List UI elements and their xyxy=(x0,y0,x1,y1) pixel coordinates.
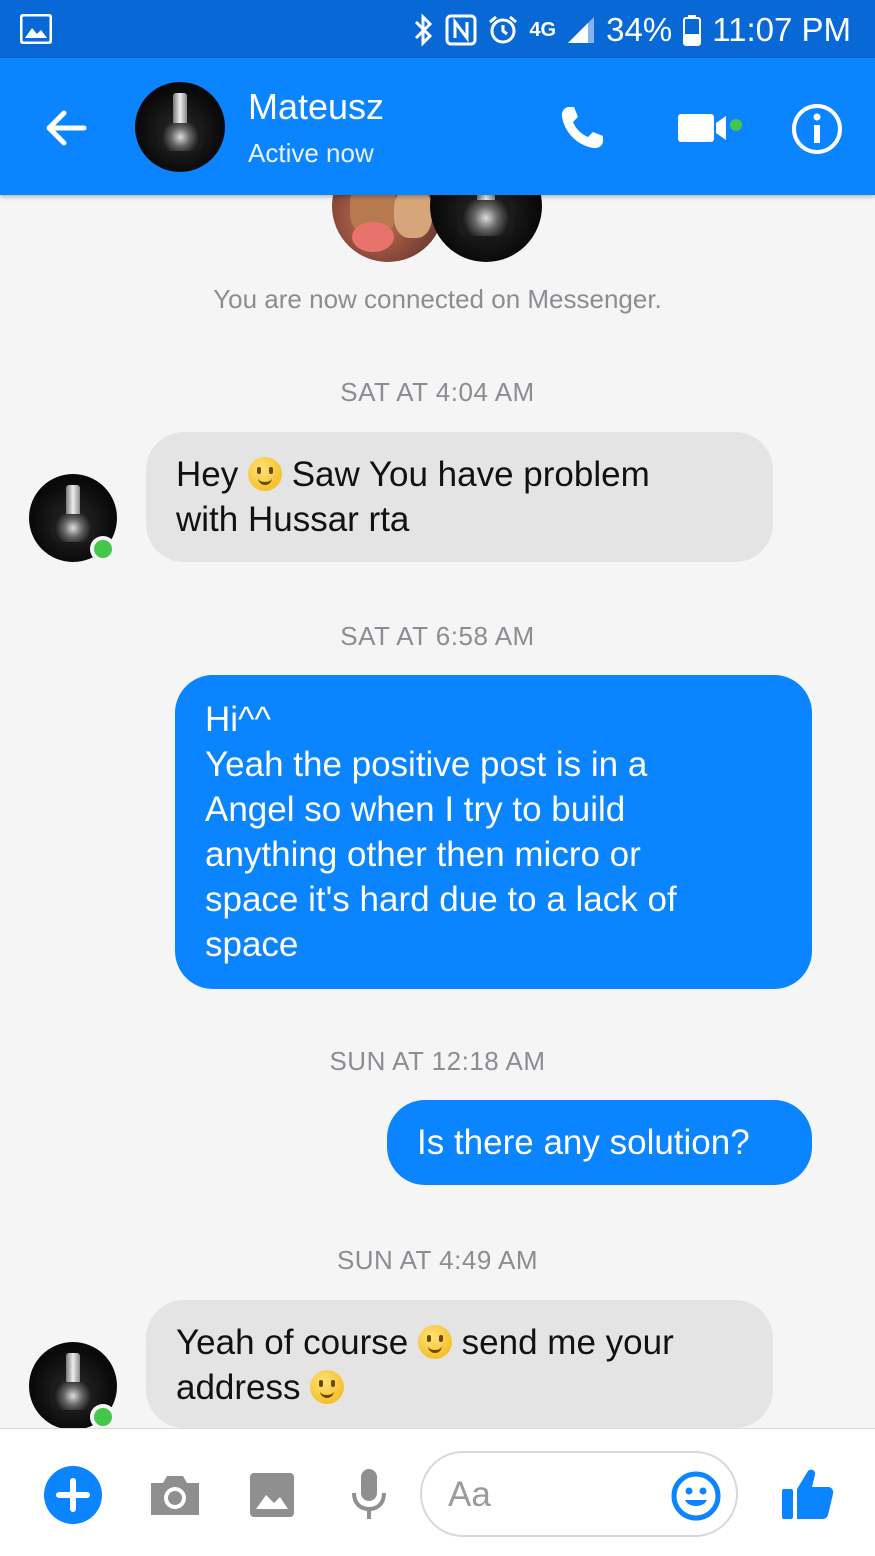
online-indicator xyxy=(90,536,116,562)
back-arrow-icon[interactable] xyxy=(40,102,92,154)
message-text-field[interactable] xyxy=(420,1451,738,1537)
message-composer xyxy=(0,1428,875,1556)
timestamp: SUN AT 4:49 AM xyxy=(336,1245,539,1275)
message-text: Hey xyxy=(176,455,248,494)
contact-status: Active now xyxy=(248,138,374,168)
status-bar: 4G 34% 11:07 PM xyxy=(0,0,875,58)
contact-avatar[interactable] xyxy=(135,82,225,172)
smiley-emoji-icon xyxy=(417,1325,452,1359)
avatar-art-face-2 xyxy=(394,188,432,238)
clock: 11:07 PM xyxy=(712,11,851,48)
avatar-art-base xyxy=(157,122,203,152)
connected-notice: You are now connected on Messenger. xyxy=(213,284,662,314)
timestamp: SUN AT 12:18 AM xyxy=(329,1046,546,1076)
timestamp: SAT AT 4:04 AM xyxy=(340,377,535,407)
avatar-art-base xyxy=(51,1381,95,1410)
phone-icon[interactable] xyxy=(555,101,609,155)
battery-percent: 34% xyxy=(606,11,673,48)
conversation-header: Mateusz Active now xyxy=(0,58,875,195)
message-text: Yeah of course xyxy=(176,1323,418,1362)
gallery-icon xyxy=(20,14,52,44)
nfc-icon xyxy=(445,14,477,46)
thumbs-up-icon[interactable] xyxy=(778,1465,836,1523)
online-indicator xyxy=(90,1404,116,1430)
smiley-emoji-icon xyxy=(310,1370,345,1404)
microphone-icon[interactable] xyxy=(350,1467,388,1523)
avatar-art-tongue xyxy=(352,222,394,252)
alarm-icon xyxy=(489,15,518,44)
message-input[interactable] xyxy=(448,1465,658,1525)
image-icon[interactable] xyxy=(248,1471,296,1519)
signal-icon xyxy=(568,17,595,43)
avatar-art-base xyxy=(51,513,95,542)
avatar-art-base xyxy=(458,200,514,237)
incoming-message[interactable]: Hey Saw You have problem with Hussar rta xyxy=(146,432,773,562)
outgoing-message[interactable]: Is there any solution? xyxy=(387,1100,812,1185)
network-type: 4G xyxy=(529,18,557,41)
plus-icon[interactable] xyxy=(44,1466,102,1524)
video-camera-icon[interactable] xyxy=(676,108,746,148)
incoming-message[interactable]: Yeah of course send me your address xyxy=(146,1300,773,1428)
bluetooth-icon xyxy=(415,13,433,47)
battery-icon xyxy=(683,15,702,46)
camera-icon[interactable] xyxy=(147,1471,203,1519)
emoji-icon[interactable] xyxy=(670,1470,722,1522)
smiley-emoji-icon xyxy=(247,457,282,491)
outgoing-message[interactable]: Hi^^ Yeah the positive post is in a Ange… xyxy=(175,675,812,989)
contact-name[interactable]: Mateusz xyxy=(248,86,384,128)
timestamp: SAT AT 6:58 AM xyxy=(340,621,535,651)
info-icon[interactable] xyxy=(790,102,844,156)
